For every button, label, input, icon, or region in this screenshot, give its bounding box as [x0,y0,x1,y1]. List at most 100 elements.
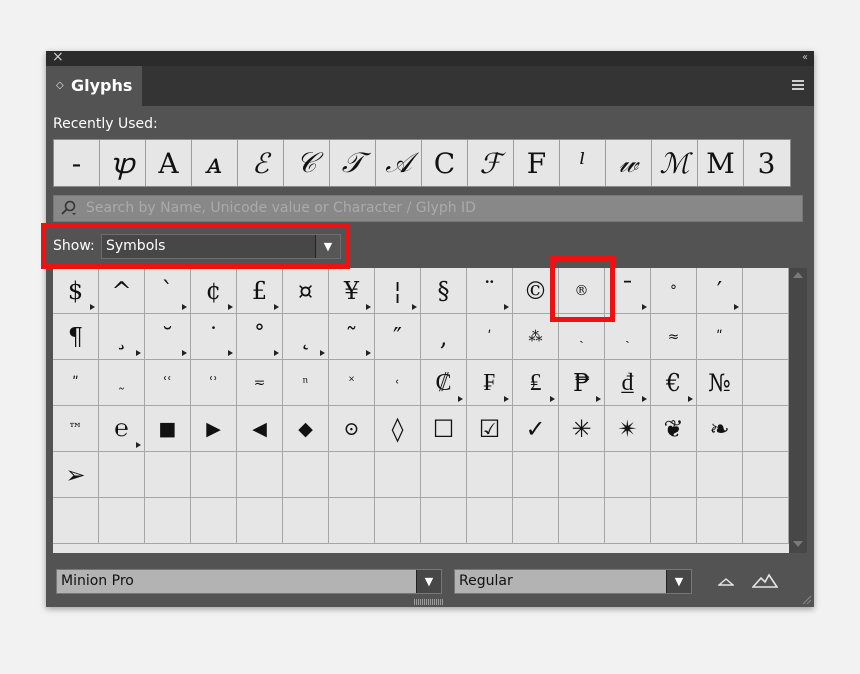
glyph-cell[interactable]: ¤ [283,268,329,314]
alternates-indicator-icon[interactable] [688,396,693,402]
recent-glyph[interactable]: ℱ [468,140,514,186]
glyph-cell[interactable]: ≈ [651,314,697,360]
alternates-indicator-icon[interactable] [136,350,141,356]
glyph-cell[interactable]: ❦ [651,406,697,452]
alternates-indicator-icon[interactable] [182,304,187,310]
recent-glyph[interactable]: ℰ [238,140,284,186]
glyph-cell[interactable]: ˓ [375,360,421,406]
glyph-cell[interactable]: ® [559,268,605,314]
alternates-indicator-icon[interactable] [734,304,739,310]
collapse-icon[interactable]: ‹‹ [802,51,808,65]
glyph-cell[interactable]: ■ [145,406,191,452]
glyph-cell[interactable]: ⁂ [513,314,559,360]
glyph-cell[interactable]: ˜ [329,314,375,360]
glyph-cell[interactable]: ˎ [605,314,651,360]
glyph-cell[interactable]: § [421,268,467,314]
alternates-indicator-icon[interactable] [458,396,463,402]
close-icon[interactable]: × [52,50,64,65]
glyph-cell[interactable]: ¢ [191,268,237,314]
glyph-cell[interactable]: ◆ [283,406,329,452]
glyph-cell[interactable]: ¸ [99,314,145,360]
glyph-cell[interactable]: ☑ [467,406,513,452]
recent-glyph[interactable]: ꝕ [100,140,146,186]
chevron-down-icon[interactable]: ▼ [416,570,441,593]
glyph-cell[interactable]: ¦ [375,268,421,314]
alternates-indicator-icon[interactable] [136,442,141,448]
alternates-indicator-icon[interactable] [182,350,187,356]
glyph-cell[interactable]: ˘ [145,314,191,360]
glyph-cell[interactable]: ▶ [191,406,237,452]
font-family-dropdown[interactable]: Minion Pro ▼ [56,569,442,594]
glyph-cell[interactable]: ˙ [191,314,237,360]
recent-glyph[interactable]: 𝒞 [284,140,330,186]
glyph-cell[interactable]: ™ [53,406,99,452]
recent-glyph[interactable]: 𝒜 [376,140,422,186]
alternates-indicator-icon[interactable] [228,304,233,310]
recent-glyph[interactable]: F [514,140,560,186]
glyph-cell[interactable]: € [651,360,697,406]
glyph-cell[interactable]: ⁿ [283,360,329,406]
glyph-cell[interactable]: ◊ [375,406,421,452]
glyph-cell[interactable]: ➢ [53,452,99,498]
glyph-cell[interactable]: ʿʿ [145,360,191,406]
glyph-cell[interactable]: ˏ [559,314,605,360]
panel-menu-icon[interactable] [792,80,804,90]
recent-glyph[interactable]: ℳ [652,140,698,186]
glyph-cell[interactable]: ` [145,268,191,314]
alternates-indicator-icon[interactable] [366,304,371,310]
recent-glyph[interactable]: ˡ [560,140,606,186]
font-style-dropdown[interactable]: Regular ▼ [454,569,692,594]
glyph-cell[interactable]: ¶ [53,314,99,360]
recent-glyph[interactable]: A [146,140,192,186]
alternates-indicator-icon[interactable] [504,396,509,402]
alternates-indicator-icon[interactable] [642,396,647,402]
glyph-cell[interactable]: ₱ [559,360,605,406]
glyph-cell[interactable]: № [697,360,743,406]
alternates-indicator-icon[interactable] [228,350,233,356]
show-dropdown[interactable]: Symbols ▼ [101,234,341,259]
alternates-indicator-icon[interactable] [504,304,509,310]
glyph-cell[interactable]: ˚ [237,314,283,360]
recent-glyph[interactable]: ᴀ [192,140,238,186]
glyph-cell[interactable]: ʿʾ [191,360,237,406]
resize-corner-icon[interactable] [802,595,812,605]
recent-glyph[interactable]: M [698,140,744,186]
glyph-cell[interactable]: ¥ [329,268,375,314]
glyph-cell[interactable]: ✴ [605,406,651,452]
zoom-out-icon[interactable] [718,572,734,588]
glyph-cell[interactable]: ′ [697,268,743,314]
glyph-cell[interactable]: ✳ [559,406,605,452]
glyph-cell[interactable]: ℮ [99,406,145,452]
alternates-indicator-icon[interactable] [274,350,279,356]
glyph-cell[interactable]: ₣ [467,360,513,406]
glyph-cell[interactable]: ˷ [99,360,145,406]
glyph-cell[interactable]: ʺ [53,360,99,406]
glyph-cell[interactable]: ₤ [513,360,559,406]
panel-resize-grip[interactable] [414,599,444,605]
alternates-indicator-icon[interactable] [596,396,601,402]
scroll-up-icon[interactable] [793,272,803,278]
zoom-in-icon[interactable] [752,567,778,589]
glyph-cell[interactable]: ¯ [605,268,651,314]
chevron-down-icon[interactable]: ▼ [315,235,340,258]
glyph-cell[interactable]: ₫ [605,360,651,406]
glyph-cell[interactable]: ‚ [421,314,467,360]
scroll-down-icon[interactable] [793,541,803,547]
recent-glyph[interactable]: 𝓌 [606,140,652,186]
alternates-indicator-icon[interactable] [366,350,371,356]
glyph-cell[interactable]: ″ [375,314,421,360]
glyph-cell[interactable]: ˟ [329,360,375,406]
search-box[interactable] [53,195,803,222]
glyph-cell[interactable]: ₡ [421,360,467,406]
recent-glyph[interactable]: 3 [744,140,789,186]
alternates-indicator-icon[interactable] [90,304,95,310]
glyph-cell[interactable]: ⊙ [329,406,375,452]
alternates-indicator-icon[interactable] [274,304,279,310]
tab-glyphs[interactable]: ◇ Glyphs [46,66,142,106]
glyph-cell[interactable]: ☐ [421,406,467,452]
glyph-cell[interactable]: ʹ [467,314,513,360]
alternates-indicator-icon[interactable] [412,304,417,310]
glyph-grid-scrollbar[interactable] [789,268,807,553]
chevron-down-icon[interactable]: ▼ [666,570,691,593]
recent-glyph[interactable]: 𝒯 [330,140,376,186]
